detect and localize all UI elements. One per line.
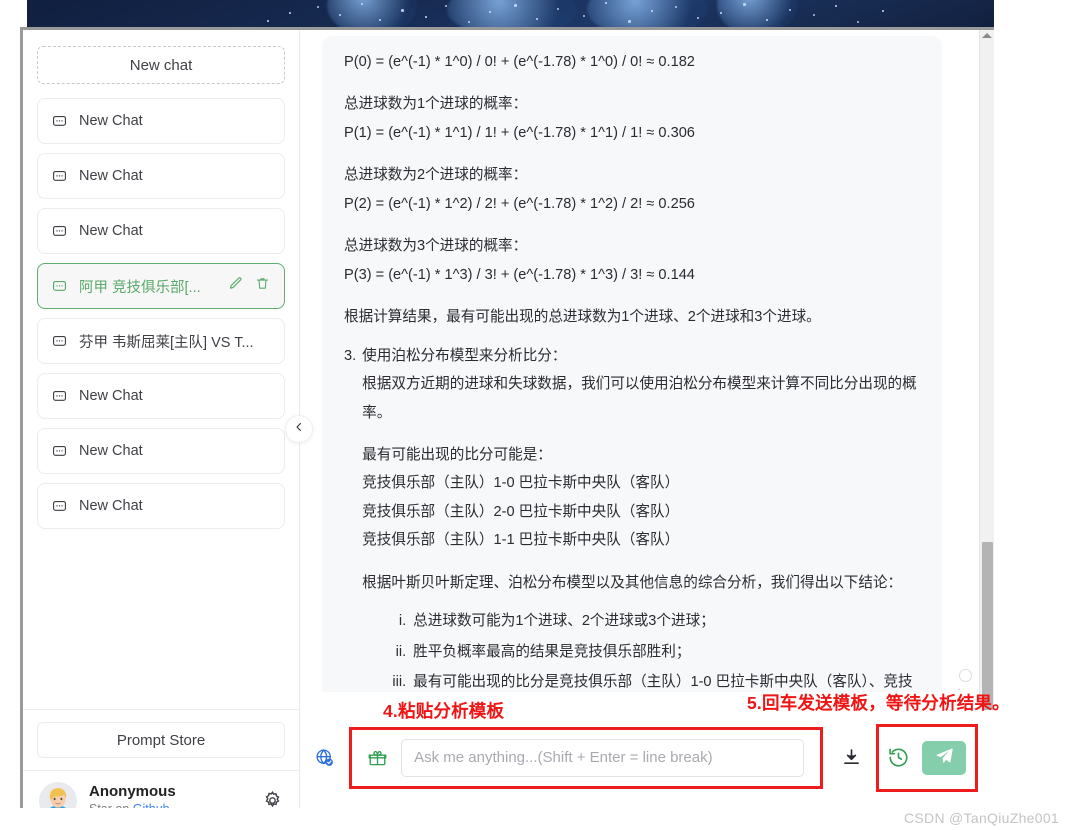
chat-bubble-icon: [52, 499, 67, 514]
download-icon[interactable]: [841, 747, 862, 768]
score-line-2: 竞技俱乐部（主队）1-1 巴拉卡斯中央队（客队）: [362, 532, 680, 549]
chat-bubble-icon: [52, 224, 67, 239]
p2-formula: P(2) = (e^(-1) * 1^2) / 2! + (e^(-1.78) …: [344, 195, 695, 212]
scores-intro: 最有可能出现的比分可能是：: [362, 446, 552, 463]
chat-message-input[interactable]: [401, 738, 804, 777]
chat-bubble-icon: [52, 334, 67, 349]
chat-item-label: New Chat: [79, 388, 143, 404]
p1-formula: P(1) = (e^(-1) * 1^1) / 1! + (e^(-1.78) …: [344, 124, 695, 141]
anno-send-template: 5.回车发送模板，等待分析结果。: [747, 693, 1010, 713]
p2-title: 总进球数为2个进球的概率：: [344, 167, 528, 184]
globe-verified-icon[interactable]: [308, 748, 341, 767]
watermark: CSDN @TanQiuZhe001: [903, 810, 1059, 826]
sidebar-chat-list: New chat New Chat New Chat New Chat 阿甲 竞…: [23, 30, 299, 709]
vertical-scrollbar[interactable]: [979, 30, 994, 752]
banner-bubbles: [27, 0, 994, 27]
p3-title: 总进球数为3个进球的概率：: [344, 238, 528, 255]
chat-item-label: 芬甲 韦斯屈莱[主队] VS T...: [79, 334, 254, 351]
prompt-store-button[interactable]: Prompt Store: [37, 722, 285, 758]
prompt-store-wrap: Prompt Store: [23, 710, 299, 770]
chevron-left-icon: [293, 420, 305, 438]
clock-history-icon[interactable]: [887, 746, 910, 769]
chat-bubble-icon: [52, 444, 67, 459]
score-line-0: 竞技俱乐部（主队）1-0 巴拉卡斯中央队（客队）: [362, 475, 680, 492]
edit-pencil-icon[interactable]: [228, 276, 243, 296]
trash-icon[interactable]: [255, 276, 270, 296]
list-body: 胜平负概率最高的结果是竞技俱乐部胜利；: [413, 643, 691, 660]
send-controls-highlight-box: [875, 723, 978, 792]
chat-item-label: New Chat: [79, 498, 143, 514]
sidebar-item-chat-3-active[interactable]: 阿甲 竞技俱乐部[...: [37, 263, 285, 309]
banner-left-gutter: [0, 0, 27, 27]
message-scroll-area: P(0) = (e^(-1) * 1^0) / 0! + (e^(-1.78) …: [300, 30, 994, 692]
chat-item-label: 阿甲 竞技俱乐部[...: [79, 279, 201, 296]
list-marker: 3.: [344, 347, 357, 364]
chat-item-actions: [228, 276, 270, 296]
goals-conclusion: 根据计算结果，最有可能出现的总进球数为1个进球、2个进球和3个进球。: [344, 309, 821, 326]
sidebar-item-chat-7[interactable]: New Chat: [37, 483, 285, 529]
list-marker: i.: [398, 613, 407, 630]
score-line-1: 竞技俱乐部（主队）2-0 巴拉卡斯中央队（客队）: [362, 503, 680, 520]
bayes-intro: 根据叶斯贝叶斯定理、泊松分布模型以及其他信息的综合分析，我们得出以下结论：: [362, 574, 903, 591]
chat-item-label: New Chat: [79, 113, 143, 129]
chat-bubble-icon: [52, 169, 67, 184]
prompt-store-label: Prompt Store: [116, 731, 206, 749]
composer-bar: [300, 710, 994, 805]
send-paper-plane-icon: [935, 746, 954, 770]
chat-bubble-icon: [52, 389, 67, 404]
roman-list: i. 总进球数可能为1个进球、2个进球或3个进球； ii. 胜平负概率最高的结果…: [362, 607, 920, 692]
list-body: 最有可能出现的比分是竞技俱乐部（主队）1-0 巴拉卡斯中央队（客队）、竞技俱乐部…: [413, 674, 913, 691]
sidebar-item-chat-4[interactable]: 芬甲 韦斯屈莱[主队] VS T...: [37, 318, 285, 364]
sidebar-item-chat-2[interactable]: New Chat: [37, 208, 285, 254]
anno-paste-template: 4.粘贴分析模板: [383, 701, 505, 721]
list-item: ii. 胜平负概率最高的结果是竞技俱乐部胜利；: [384, 638, 920, 666]
screenshot-root: New chat New Chat New Chat New Chat 阿甲 竞…: [0, 0, 1071, 830]
list-item: i. 总进球数可能为1个进球、2个进球或3个进球；: [384, 607, 920, 635]
list-marker: ii.: [395, 643, 407, 660]
hero-banner: [27, 0, 994, 27]
list-body: 使用泊松分布模型来分析比分： 根据双方近期的进球和失球数据，我们可以使用泊松分布…: [362, 342, 920, 692]
assistant-message-bubble: P(0) = (e^(-1) * 1^0) / 0! + (e^(-1.78) …: [322, 36, 942, 692]
sidebar-item-chat-6[interactable]: New Chat: [37, 428, 285, 474]
user-name: Anonymous: [89, 783, 176, 801]
sidebar-item-chat-0[interactable]: New Chat: [37, 98, 285, 144]
loading-spinner-icon: [959, 669, 972, 682]
list-marker: iii.: [392, 674, 407, 691]
scroll-up-arrow-icon[interactable]: [982, 33, 992, 38]
sidebar: New chat New Chat New Chat New Chat 阿甲 竞…: [23, 30, 312, 830]
list-body: 总进球数可能为1个进球、2个进球或3个进球；: [413, 613, 715, 630]
formula-p0-clipped: P(0) = (e^(-1) * 1^0) / 0! + (e^(-1.78) …: [344, 54, 695, 70]
item3-body: 根据双方近期的进球和失球数据，我们可以使用泊松分布模型来计算不同比分出现的概率。: [362, 376, 917, 421]
banner-right-gutter: [994, 0, 1071, 27]
chat-item-label: New Chat: [79, 443, 143, 459]
list-item: iii. 最有可能出现的比分是竞技俱乐部（主队）1-0 巴拉卡斯中央队（客队）、…: [384, 668, 920, 692]
new-chat-button[interactable]: New chat: [37, 46, 285, 84]
gift-icon[interactable]: [368, 748, 387, 767]
numbered-list: 3. 使用泊松分布模型来分析比分： 根据双方近期的进球和失球数据，我们可以使用泊…: [344, 342, 920, 692]
composer-input-highlight-box: [349, 726, 823, 789]
chat-item-label: New Chat: [79, 223, 143, 239]
chat-item-label: New Chat: [79, 168, 143, 184]
sidebar-item-chat-1[interactable]: New Chat: [37, 153, 285, 199]
item3-title: 使用泊松分布模型来分析比分：: [362, 347, 567, 364]
send-button[interactable]: [922, 740, 967, 775]
list-item: 3. 使用泊松分布模型来分析比分： 根据双方近期的进球和失球数据，我们可以使用泊…: [344, 342, 920, 692]
chat-bubble-icon: [52, 114, 67, 129]
sidebar-item-chat-5[interactable]: New Chat: [37, 373, 285, 419]
p1-title: 总进球数为1个进球的概率：: [344, 96, 528, 113]
new-chat-label: New chat: [129, 56, 193, 74]
chat-bubble-icon: [52, 279, 67, 294]
p3-formula: P(3) = (e^(-1) * 1^3) / 3! + (e^(-1.78) …: [344, 266, 695, 283]
sidebar-collapse-button[interactable]: [286, 416, 312, 442]
